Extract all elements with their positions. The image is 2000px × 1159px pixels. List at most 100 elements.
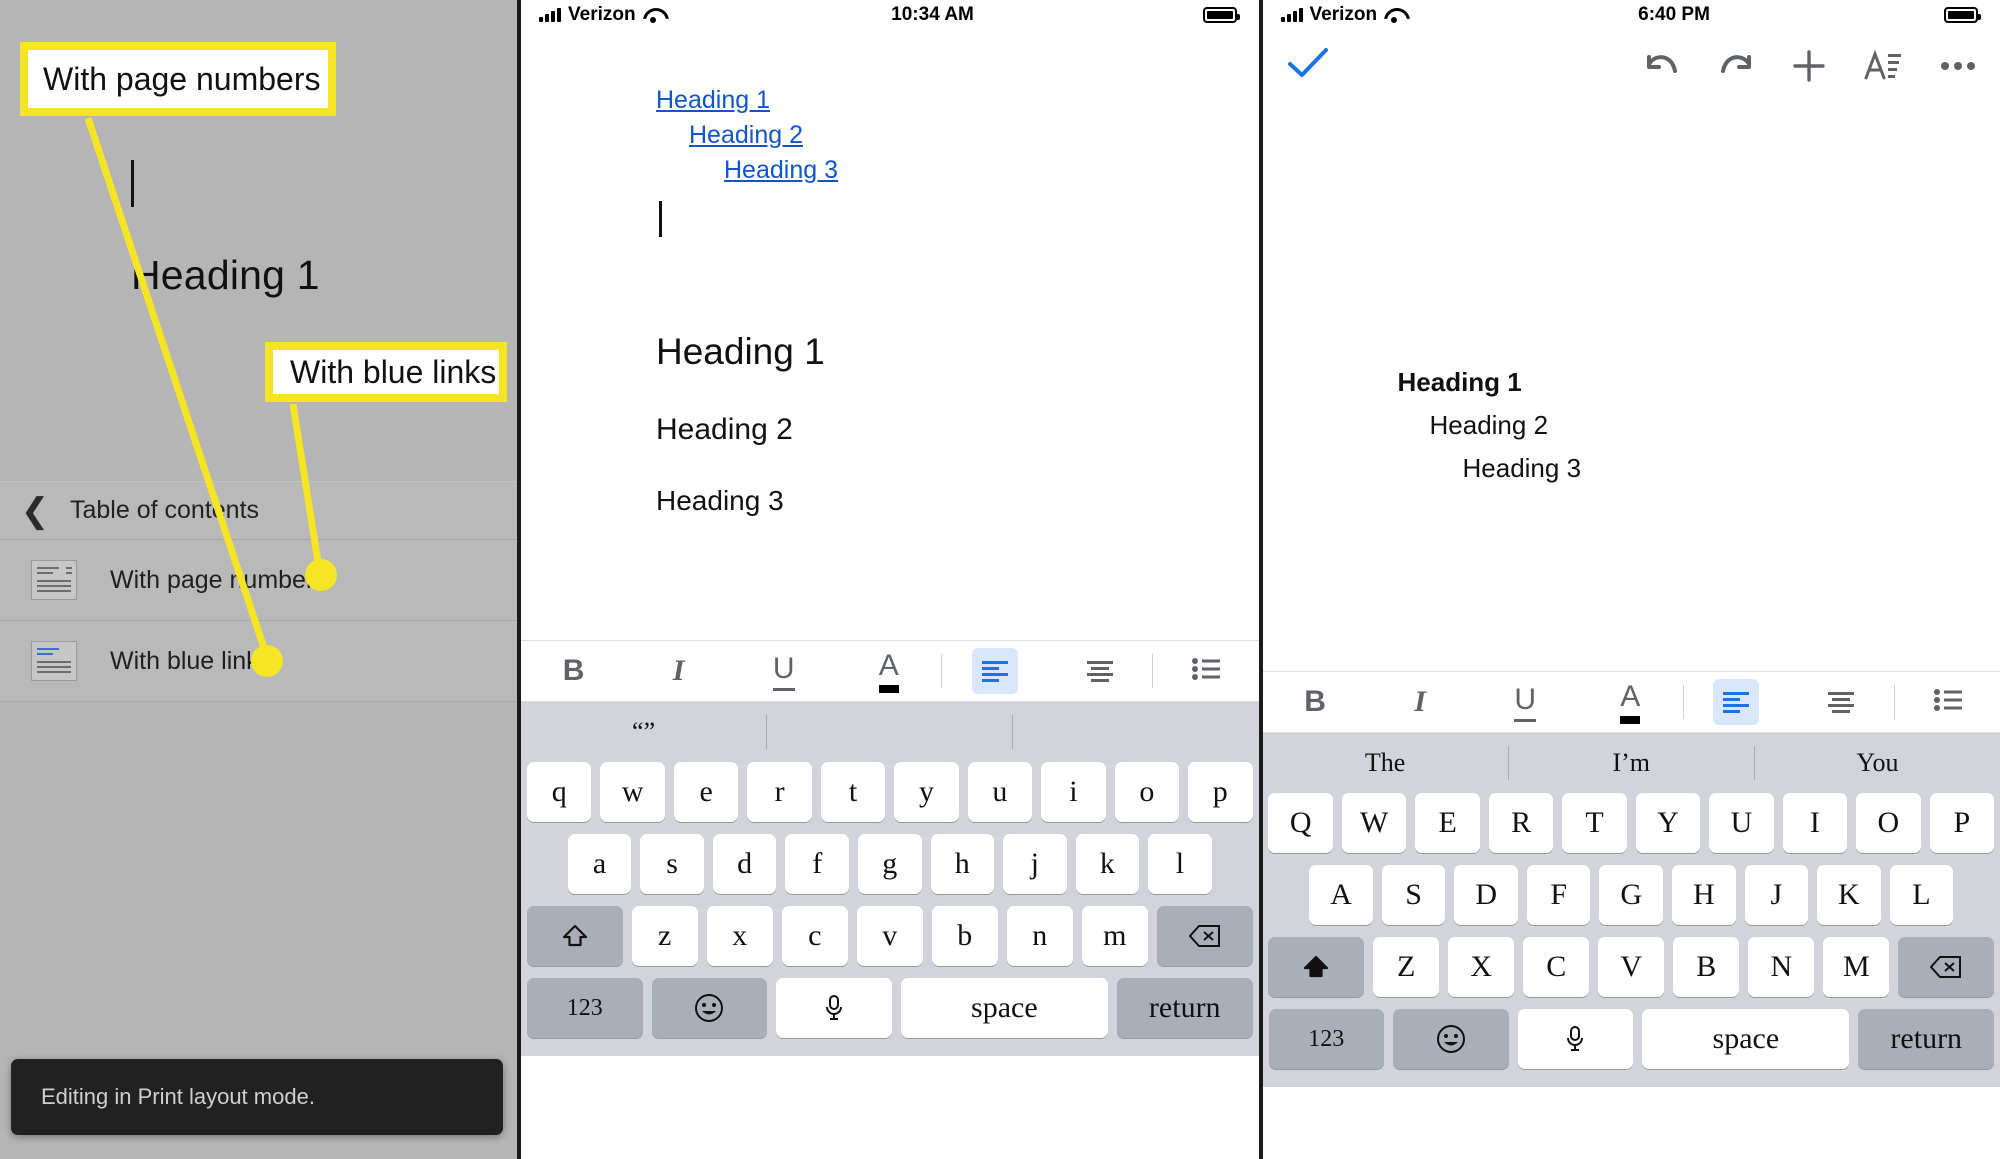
ellipsis-icon[interactable] [1940,60,1976,72]
key-u[interactable]: u [967,762,1033,822]
text-color-button[interactable]: A [836,641,941,701]
shift-up-filled-icon[interactable] [1268,937,1365,997]
underline-button[interactable]: U [731,641,836,701]
return-key[interactable]: return [1858,1009,1994,1069]
key-H[interactable]: H [1672,865,1736,925]
backspace-icon[interactable] [1156,906,1253,966]
key-U[interactable]: U [1709,793,1774,853]
key-v[interactable]: v [856,906,923,966]
key-L[interactable]: L [1889,865,1954,925]
key-A[interactable]: A [1309,865,1373,925]
key-n[interactable]: n [1006,906,1073,966]
key-h[interactable]: h [930,834,995,894]
numbers-key[interactable]: 123 [1268,1009,1385,1069]
bullet-list-button[interactable] [1153,641,1258,701]
format-text-icon[interactable] [1864,50,1902,82]
return-key[interactable]: return [1116,978,1253,1038]
key-G[interactable]: G [1599,865,1664,925]
undo-icon[interactable] [1644,51,1680,81]
key-d[interactable]: d [712,834,777,894]
key-O[interactable]: O [1856,793,1921,853]
align-left-button[interactable] [1684,672,1789,732]
document-canvas[interactable]: Heading 1 Heading 2 Heading 3 [1262,102,2000,671]
key-f[interactable]: f [785,834,849,894]
key-t[interactable]: t [820,762,886,822]
toc-link-heading-1[interactable]: Heading 1 [656,86,1259,115]
key-z[interactable]: z [631,906,698,966]
prediction-1[interactable]: I’m [1509,748,1754,778]
key-a[interactable]: a [567,834,632,894]
bold-button[interactable]: B [1263,672,1368,732]
back-chevron-icon[interactable]: ❮ [0,491,70,531]
document-canvas[interactable]: Heading 1 Heading 2 Heading 3 Heading 1 … [521,30,1259,640]
key-w[interactable]: w [600,762,665,822]
underline-button[interactable]: U [1473,672,1578,732]
key-I[interactable]: I [1782,793,1848,853]
key-o[interactable]: o [1114,762,1180,822]
numbers-key[interactable]: 123 [527,978,643,1038]
key-m[interactable]: m [1081,906,1148,966]
key-J[interactable]: J [1744,865,1809,925]
key-i[interactable]: i [1041,762,1106,822]
emoji-icon[interactable] [651,978,768,1038]
key-q[interactable]: q [526,762,592,822]
key-Z[interactable]: Z [1373,937,1440,997]
key-y[interactable]: y [894,762,959,822]
toc-link-heading-3[interactable]: Heading 3 [724,156,1259,185]
key-Y[interactable]: Y [1635,793,1701,853]
key-T[interactable]: T [1562,793,1627,853]
key-D[interactable]: D [1454,865,1518,925]
backspace-icon[interactable] [1898,937,1995,997]
prediction-0[interactable]: “” [521,717,766,747]
key-W[interactable]: W [1341,793,1407,853]
key-e[interactable]: e [673,762,739,822]
align-left-button[interactable] [942,641,1047,701]
shift-up-outline-icon[interactable] [526,906,623,966]
redo-icon[interactable] [1718,51,1754,81]
key-K[interactable]: K [1817,865,1881,925]
toc-option-with-blue-links[interactable]: With blue links [0,621,517,702]
key-S[interactable]: S [1381,865,1446,925]
bold-button[interactable]: B [521,641,626,701]
key-g[interactable]: g [857,834,922,894]
key-E[interactable]: E [1415,793,1480,853]
key-V[interactable]: V [1598,937,1665,997]
key-b[interactable]: b [931,906,998,966]
align-center-icon [1077,648,1123,694]
key-X[interactable]: X [1448,937,1515,997]
bullet-list-button[interactable] [1895,672,2000,732]
key-B[interactable]: B [1673,937,1740,997]
key-r[interactable]: r [747,762,812,822]
align-center-button[interactable] [1047,641,1152,701]
key-x[interactable]: x [706,906,773,966]
prediction-2[interactable]: You [1755,748,2000,778]
key-P[interactable]: P [1929,793,1995,853]
status-bar: Verizon 6:40 PM [1262,0,2000,30]
toc-link-heading-2[interactable]: Heading 2 [689,121,1259,150]
key-k[interactable]: k [1075,834,1140,894]
italic-button[interactable]: I [626,641,731,701]
toc-option-with-page-numbers[interactable]: With page numbers [0,540,517,621]
checkmark-icon[interactable] [1287,46,1329,87]
space-key[interactable]: space [900,978,1108,1038]
plus-icon[interactable] [1792,49,1826,83]
key-R[interactable]: R [1488,793,1554,853]
italic-button[interactable]: I [1368,672,1473,732]
key-Q[interactable]: Q [1268,793,1333,853]
prediction-0[interactable]: The [1263,748,1508,778]
key-p[interactable]: p [1188,762,1253,822]
key-s[interactable]: s [640,834,704,894]
space-key[interactable]: space [1642,1009,1850,1069]
microphone-icon[interactable] [776,978,892,1038]
key-N[interactable]: N [1748,937,1815,997]
align-center-button[interactable] [1789,672,1894,732]
key-c[interactable]: c [781,906,848,966]
key-M[interactable]: M [1823,937,1890,997]
key-C[interactable]: C [1523,937,1590,997]
text-color-button[interactable]: A [1578,672,1683,732]
key-j[interactable]: j [1003,834,1067,894]
emoji-icon[interactable] [1393,1009,1509,1069]
microphone-icon[interactable] [1517,1009,1634,1069]
key-l[interactable]: l [1148,834,1212,894]
key-F[interactable]: F [1526,865,1591,925]
